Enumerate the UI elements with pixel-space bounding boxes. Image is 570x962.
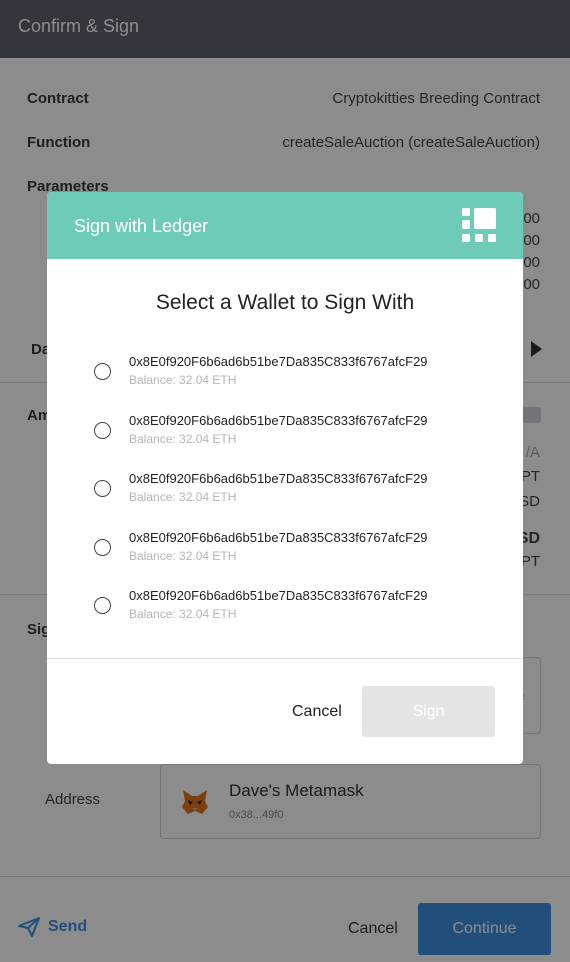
modal-header: Sign with Ledger (47, 192, 523, 259)
wallet-balance: Balance: 32.04 ETH (129, 549, 237, 563)
wallet-option[interactable]: 0x8E0f920F6b6ad6b51be7Da835C833f6767afcF… (47, 528, 523, 568)
wallet-option[interactable]: 0x8E0f920F6b6ad6b51be7Da835C833f6767afcF… (47, 352, 523, 392)
wallet-balance: Balance: 32.04 ETH (129, 373, 237, 387)
wallet-address: 0x8E0f920F6b6ad6b51be7Da835C833f6767afcF… (129, 471, 428, 486)
modal-divider (47, 658, 523, 659)
radio-unchecked-icon[interactable] (94, 363, 111, 380)
wallet-option[interactable]: 0x8E0f920F6b6ad6b51be7Da835C833f6767afcF… (47, 469, 523, 509)
radio-unchecked-icon[interactable] (94, 597, 111, 614)
sign-label: Sign (412, 702, 445, 720)
wallet-address: 0x8E0f920F6b6ad6b51be7Da835C833f6767afcF… (129, 413, 428, 428)
wallet-option[interactable]: 0x8E0f920F6b6ad6b51be7Da835C833f6767afcF… (47, 411, 523, 451)
wallet-balance: Balance: 32.04 ETH (129, 607, 237, 621)
radio-unchecked-icon[interactable] (94, 480, 111, 497)
wallet-balance: Balance: 32.04 ETH (129, 432, 237, 446)
wallet-address: 0x8E0f920F6b6ad6b51be7Da835C833f6767afcF… (129, 530, 428, 545)
radio-unchecked-icon[interactable] (94, 422, 111, 439)
modal-heading: Select a Wallet to Sign With (155, 291, 415, 314)
sign-with-ledger-modal: Sign with Ledger Select a Wallet to Sign… (47, 192, 523, 764)
ledger-icon (462, 208, 496, 242)
wallet-balance: Balance: 32.04 ETH (129, 490, 237, 504)
radio-unchecked-icon[interactable] (94, 539, 111, 556)
sign-button[interactable]: Sign (362, 686, 495, 737)
wallet-option[interactable]: 0x8E0f920F6b6ad6b51be7Da835C833f6767afcF… (47, 586, 523, 626)
modal-title: Sign with Ledger (74, 216, 209, 236)
wallet-address: 0x8E0f920F6b6ad6b51be7Da835C833f6767afcF… (129, 588, 428, 603)
modal-cancel-button[interactable]: Cancel (292, 703, 342, 721)
wallet-address: 0x8E0f920F6b6ad6b51be7Da835C833f6767afcF… (129, 354, 428, 369)
